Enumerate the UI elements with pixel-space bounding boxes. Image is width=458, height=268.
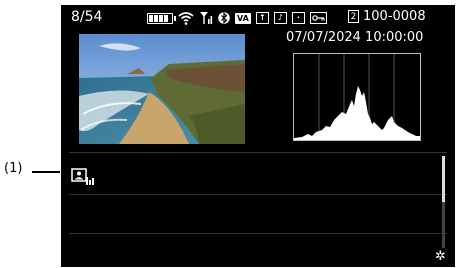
- image-thumbnail: [79, 34, 245, 144]
- gear-icon: ✲: [435, 249, 446, 264]
- protect-key-icon: [309, 12, 327, 24]
- info-row-image-info: [71, 168, 95, 190]
- scrollbar-thumb[interactable]: [442, 156, 445, 202]
- capture-datetime: 07/07/2024 10:00:00: [286, 30, 424, 45]
- folder-file-number: 2 100-0008: [348, 9, 426, 24]
- camera-playback-screen: 8/54 VA ↑ ♪ · 2 100-0008 07/07/2024 10:0…: [61, 5, 455, 267]
- image-info-icon: [71, 168, 94, 185]
- divider: [69, 152, 447, 153]
- card-slot-icon: 2: [348, 10, 359, 23]
- music-note-icon: ♪: [273, 12, 287, 24]
- wifi-icon: [178, 11, 194, 25]
- battery-icon: [147, 12, 176, 24]
- callout-line: [32, 171, 60, 173]
- divider: [69, 194, 447, 195]
- signal-icon: [199, 11, 213, 25]
- file-number: 100-0008: [363, 9, 426, 24]
- divider: [69, 233, 447, 234]
- va-icon: VA: [235, 12, 251, 24]
- status-icons: VA ↑ ♪ ·: [147, 9, 327, 27]
- focus-bracket-icon: ·: [291, 12, 305, 24]
- upload-icon: ↑: [255, 12, 269, 24]
- info-scrollbar[interactable]: [442, 156, 445, 248]
- bluetooth-icon: [218, 11, 230, 25]
- frame-count: 8/54: [71, 9, 103, 25]
- callout-label: (1): [4, 161, 23, 176]
- brightness-histogram: [293, 53, 421, 141]
